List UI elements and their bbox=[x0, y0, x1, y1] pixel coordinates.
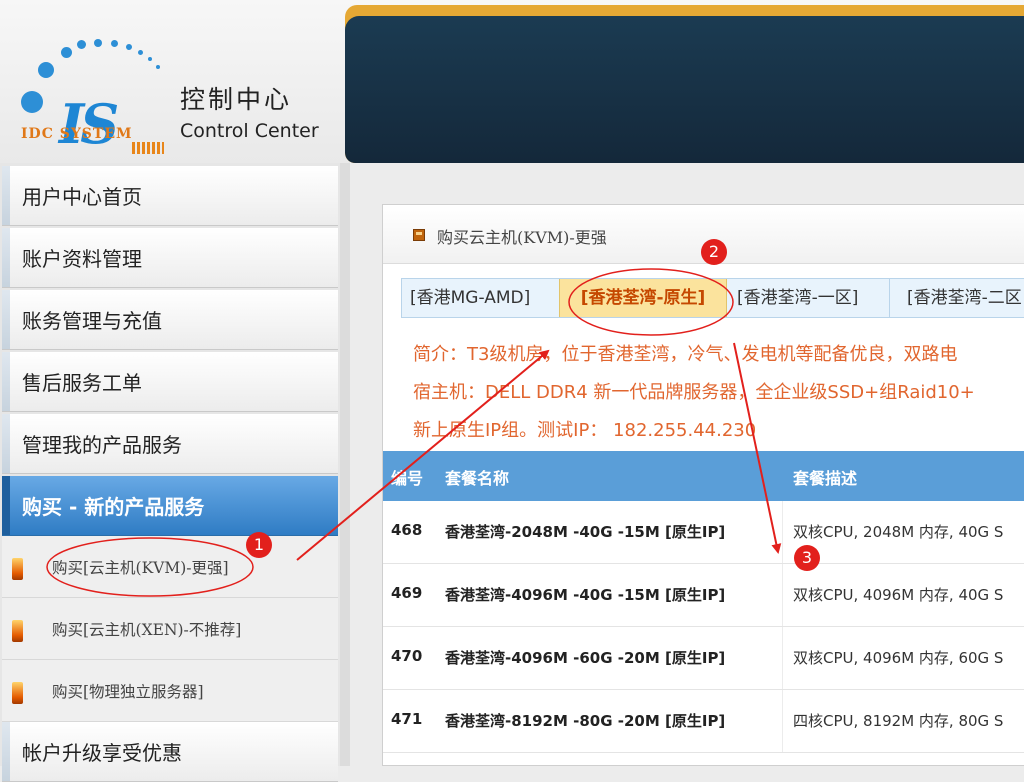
sidebar-item-label: 账务管理与充值 bbox=[22, 309, 162, 333]
tab-hk-tsuen-wan-native[interactable]: [香港荃湾-原生] bbox=[559, 279, 727, 317]
logo-dot bbox=[111, 40, 118, 47]
server-icon bbox=[12, 558, 23, 580]
header-banner-inner bbox=[345, 16, 1024, 163]
sidebar-item-bar bbox=[2, 476, 10, 535]
annotation-badge: 2 bbox=[701, 239, 727, 265]
table-row[interactable]: 468 香港荃湾-2048M -40G -15M [原生IP] 双核CPU, 2… bbox=[383, 501, 1024, 564]
panel-title-icon bbox=[413, 229, 425, 241]
tab-label: [香港MG-AMD] bbox=[410, 288, 531, 308]
sidebar-subitem-label: 购买[云主机(KVM)-更强] bbox=[52, 559, 229, 577]
intro-line: 简介：T3级机房，位于香港荃湾，冷气、发电机等配备优良，双路电 bbox=[413, 344, 958, 365]
sidebar-item-my-services[interactable]: 管理我的产品服务 bbox=[2, 414, 338, 474]
purchase-panel: 购买云主机(KVM)-更强 [香港MG-AMD] [香港荃湾-原生] [香港荃湾… bbox=[382, 204, 1024, 766]
sidebar-item-label: 购买 - 新的产品服务 bbox=[22, 495, 205, 519]
plan-desc: 四核CPU, 8192M 内存, 80G S bbox=[793, 712, 1004, 730]
annotation-badge: 1 bbox=[246, 532, 272, 558]
plan-desc: 双核CPU, 4096M 内存, 40G S bbox=[793, 586, 1004, 604]
plan-desc: 双核CPU, 2048M 内存, 40G S bbox=[793, 523, 1004, 541]
sidebar-item-label: 用户中心首页 bbox=[22, 185, 142, 209]
sidebar-item-label: 售后服务工单 bbox=[22, 371, 142, 395]
sidebar-item-bar bbox=[2, 352, 10, 411]
plan-id: 470 bbox=[391, 647, 423, 665]
sidebar-item-bar bbox=[2, 722, 10, 781]
tab-label: [香港荃湾-原生] bbox=[580, 288, 706, 308]
logo-dot bbox=[148, 57, 152, 61]
header-banner bbox=[345, 5, 1024, 163]
server-icon bbox=[12, 682, 23, 704]
sidebar-subitem-buy-xen[interactable]: 购买[云主机(XEN)-不推荐] bbox=[2, 598, 338, 660]
intro-line: 宿主机：DELL DDR4 新一代品牌服务器，全企业级SSD+组Raid10+ bbox=[413, 382, 975, 403]
sidebar-subitem-buy-kvm[interactable]: 购买[云主机(KVM)-更强] bbox=[2, 536, 338, 598]
table-header: 编号 套餐名称 套餐描述 bbox=[383, 451, 1024, 501]
table-row[interactable]: 471 香港荃湾-8192M -80G -20M [原生IP] 四核CPU, 8… bbox=[383, 690, 1024, 753]
logo-title-cn: 控制中心 bbox=[180, 85, 293, 114]
logo-dot bbox=[21, 91, 43, 113]
logo-dot bbox=[156, 65, 160, 69]
sidebar-item-tickets[interactable]: 售后服务工单 bbox=[2, 352, 338, 412]
logo-caption: IDC SYSTEM bbox=[21, 126, 133, 142]
plan-id: 468 bbox=[391, 521, 423, 539]
tab-hk-mg-amd[interactable]: [香港MG-AMD] bbox=[402, 279, 559, 317]
column-header-id: 编号 bbox=[391, 469, 424, 488]
plan-name[interactable]: 香港荃湾-8192M -80G -20M [原生IP] bbox=[445, 710, 725, 731]
server-icon bbox=[12, 620, 23, 642]
logo-dot bbox=[77, 40, 86, 49]
sidebar: 用户中心首页 账户资料管理 账务管理与充值 售后服务工单 管理我的产品服务 购买… bbox=[0, 163, 340, 782]
sidebar-item-billing[interactable]: 账务管理与充值 bbox=[2, 290, 338, 350]
logo-dot bbox=[126, 44, 132, 50]
sidebar-item-label: 帐户升级享受优惠 bbox=[22, 741, 182, 765]
sidebar-subitem-label: 购买[云主机(XEN)-不推荐] bbox=[52, 621, 242, 639]
column-header-desc: 套餐描述 bbox=[793, 469, 858, 488]
sidebar-item-bar bbox=[2, 414, 10, 473]
tab-hk-tsuen-wan-zone2[interactable]: [香港荃湾-二区 bbox=[889, 279, 1024, 317]
column-divider bbox=[782, 627, 783, 689]
region-tabs: [香港MG-AMD] [香港荃湾-原生] [香港荃湾-一区] [香港荃湾-二区 bbox=[401, 278, 1024, 318]
sidebar-subitem-label: 购买[物理独立服务器] bbox=[52, 683, 204, 701]
sidebar-item-label: 管理我的产品服务 bbox=[22, 433, 182, 457]
sidebar-item-buy-new[interactable]: 购买 - 新的产品服务 bbox=[2, 476, 338, 536]
tab-label: [香港荃湾-二区 bbox=[907, 288, 1022, 308]
plan-id: 471 bbox=[391, 710, 423, 728]
sidebar-item-home[interactable]: 用户中心首页 bbox=[2, 166, 338, 226]
column-divider bbox=[782, 564, 783, 626]
sidebar-item-upgrade[interactable]: 帐户升级享受优惠 bbox=[2, 722, 338, 782]
plan-desc: 双核CPU, 4096M 内存, 60G S bbox=[793, 649, 1004, 667]
logo-dot bbox=[94, 39, 102, 47]
product-intro: 简介：T3级机房，位于香港荃湾，冷气、发电机等配备优良，双路电 宿主机：DELL… bbox=[413, 338, 1024, 452]
logo-title-en: Control Center bbox=[180, 120, 319, 142]
panel-title: 购买云主机(KVM)-更强 bbox=[437, 228, 607, 247]
sidebar-divider bbox=[340, 163, 350, 766]
logo-dot bbox=[38, 62, 54, 78]
column-divider bbox=[782, 501, 783, 563]
plan-name[interactable]: 香港荃湾-4096M -40G -15M [原生IP] bbox=[445, 584, 725, 605]
logo-dot bbox=[61, 47, 72, 58]
sidebar-item-bar bbox=[2, 290, 10, 349]
table-row[interactable]: 469 香港荃湾-4096M -40G -15M [原生IP] 双核CPU, 4… bbox=[383, 564, 1024, 627]
column-header-name: 套餐名称 bbox=[445, 469, 510, 488]
sidebar-item-bar bbox=[2, 166, 10, 225]
logo-bars bbox=[132, 142, 164, 154]
annotation-badge: 3 bbox=[794, 545, 820, 571]
sidebar-subitem-buy-dedicated[interactable]: 购买[物理独立服务器] bbox=[2, 660, 338, 722]
tab-label: [香港荃湾-一区] bbox=[737, 288, 859, 308]
sidebar-item-bar bbox=[2, 228, 10, 287]
main-content: 购买云主机(KVM)-更强 [香港MG-AMD] [香港荃湾-原生] [香港荃湾… bbox=[350, 163, 1024, 766]
header: IS IDC SYSTEM 控制中心 Control Center bbox=[0, 0, 1024, 163]
logo-dot bbox=[138, 50, 143, 55]
sidebar-item-label: 账户资料管理 bbox=[22, 247, 142, 271]
intro-line: 新上原生IP组。测试IP： 182.255.44.230 bbox=[413, 420, 757, 441]
logo-mark: IS bbox=[59, 92, 119, 156]
column-divider bbox=[782, 690, 783, 752]
plan-name[interactable]: 香港荃湾-4096M -60G -20M [原生IP] bbox=[445, 647, 725, 668]
sidebar-item-account-profile[interactable]: 账户资料管理 bbox=[2, 228, 338, 288]
table-row[interactable]: 470 香港荃湾-4096M -60G -20M [原生IP] 双核CPU, 4… bbox=[383, 627, 1024, 690]
plan-id: 469 bbox=[391, 584, 423, 602]
plan-name[interactable]: 香港荃湾-2048M -40G -15M [原生IP] bbox=[445, 521, 725, 542]
tab-hk-tsuen-wan-zone1[interactable]: [香港荃湾-一区] bbox=[737, 279, 887, 317]
